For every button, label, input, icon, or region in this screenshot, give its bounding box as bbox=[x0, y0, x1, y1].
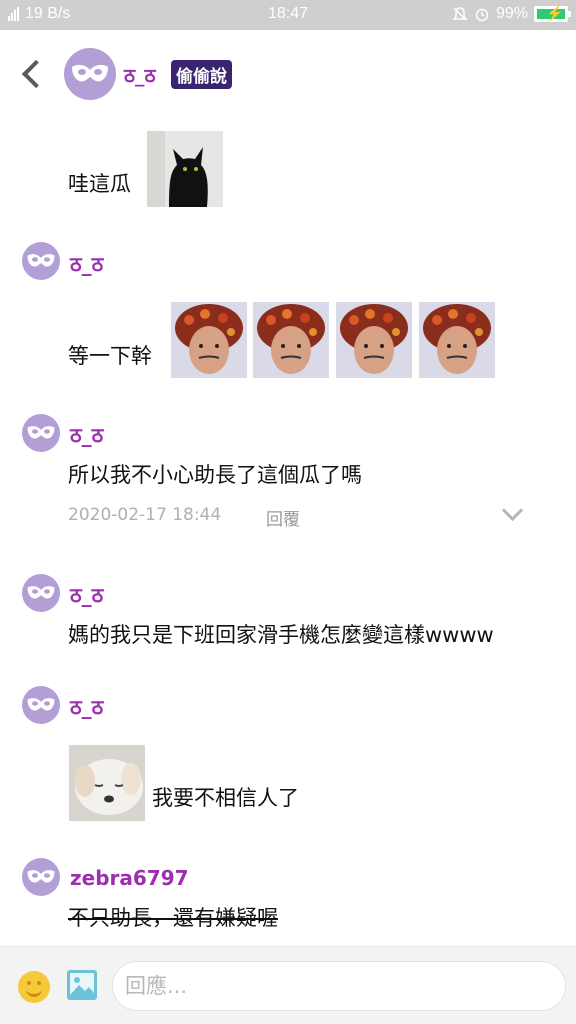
reply-input[interactable] bbox=[112, 961, 566, 1011]
back-icon[interactable] bbox=[18, 56, 46, 92]
user-name[interactable]: ठ_ठ bbox=[70, 421, 103, 448]
reply-button[interactable]: 回覆 bbox=[266, 505, 300, 530]
timestamp: 2020-02-17 18:44 bbox=[68, 505, 222, 525]
mask-icon[interactable] bbox=[22, 686, 60, 724]
white-dog-sticker[interactable] bbox=[69, 745, 145, 821]
battery-percent: 99% bbox=[495, 5, 528, 22]
painted-man-sticker[interactable] bbox=[171, 302, 247, 378]
message-text: 媽的我只是下班回家滑手機怎麼變這樣wwww bbox=[68, 623, 494, 647]
message-text: 所以我不小心助長了這個瓜了嗎 bbox=[68, 463, 362, 487]
painted-man-sticker[interactable] bbox=[336, 302, 412, 378]
mask-icon[interactable] bbox=[22, 858, 60, 896]
user-name[interactable]: ठ_ठ bbox=[70, 581, 103, 608]
painted-man-sticker[interactable] bbox=[253, 302, 329, 378]
message-text: 我要不相信人了 bbox=[152, 786, 299, 810]
mask-icon[interactable] bbox=[22, 574, 60, 612]
status-right: 99% ⚡ bbox=[452, 5, 571, 23]
emoji-icon[interactable] bbox=[18, 971, 50, 1003]
alarm-icon bbox=[475, 8, 489, 22]
silent-bell-icon bbox=[452, 7, 468, 21]
mask-icon[interactable] bbox=[22, 242, 60, 280]
mask-icon[interactable] bbox=[64, 48, 116, 100]
message-text: 不只助長，還有嫌疑喔 bbox=[68, 906, 278, 930]
poster-name[interactable]: ठ_ठ bbox=[124, 62, 156, 88]
status-bar: 19 B/s 18:47 99% ⚡ bbox=[0, 0, 576, 30]
reply-composer bbox=[0, 946, 576, 1024]
image-icon[interactable] bbox=[66, 969, 98, 1001]
black-cat-sticker[interactable] bbox=[147, 131, 223, 207]
message-text: 哇這瓜 bbox=[68, 172, 131, 196]
user-name[interactable]: ठ_ठ bbox=[70, 693, 103, 720]
anonymous-badge: 偷偷說 bbox=[171, 60, 232, 89]
post-header: ठ_ठ 偷偷說 bbox=[0, 30, 576, 118]
chevron-down-icon[interactable] bbox=[502, 503, 522, 523]
message-text: 等一下幹 bbox=[68, 344, 152, 368]
mask-icon[interactable] bbox=[22, 414, 60, 452]
user-name[interactable]: ठ_ठ bbox=[70, 250, 103, 277]
battery-icon: ⚡ bbox=[534, 5, 571, 22]
user-name[interactable]: zebra6797 bbox=[70, 866, 189, 890]
painted-man-sticker[interactable] bbox=[419, 302, 495, 378]
